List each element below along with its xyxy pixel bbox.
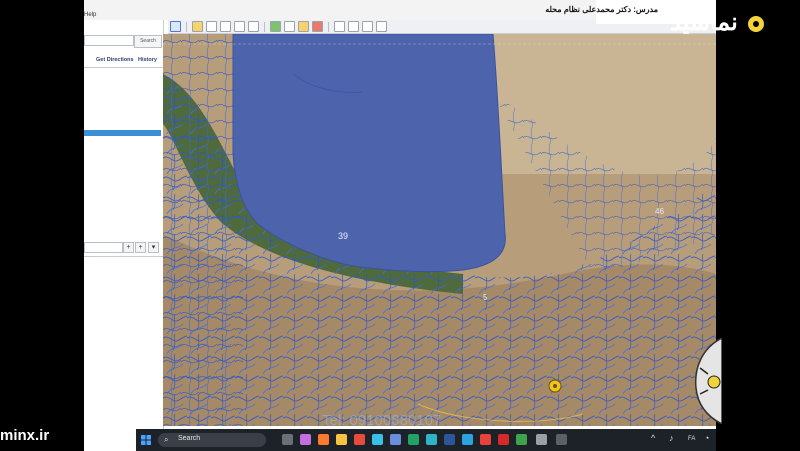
toolbar-separator — [264, 21, 265, 32]
map-label-5: 5 — [483, 293, 488, 302]
taskbar-search-box[interactable]: ⌕ Search — [158, 433, 266, 447]
windows-start-icon[interactable] — [141, 435, 151, 445]
add-folder-button[interactable]: + — [135, 242, 146, 253]
google-earth-icon[interactable] — [516, 434, 527, 445]
search-input[interactable] — [84, 35, 134, 46]
app-icon[interactable] — [354, 434, 365, 445]
map-label-39: 39 — [338, 231, 348, 241]
chevron-up-icon[interactable]: ^ — [651, 433, 655, 443]
wifi-icon[interactable]: ◔ — [704, 433, 709, 443]
get-directions-link[interactable]: Get Directions — [96, 57, 134, 63]
view-in-maps-icon[interactable] — [376, 21, 387, 32]
tour-icon[interactable] — [248, 21, 259, 32]
excel-icon[interactable] — [408, 434, 419, 445]
os-taskbar: ⌕ Search ^ ♪ FA ◔ — [136, 429, 716, 451]
history-link[interactable]: History — [138, 57, 157, 63]
planets-icon[interactable] — [298, 21, 309, 32]
language-indicator[interactable]: FA — [688, 436, 695, 442]
calculator-icon[interactable] — [372, 434, 383, 445]
opera-icon[interactable] — [498, 434, 509, 445]
river-network-west — [163, 34, 243, 426]
sidebar-toggle-icon[interactable] — [170, 21, 181, 32]
placemark-center — [553, 384, 557, 388]
app-icon[interactable] — [536, 434, 547, 445]
firefox-icon[interactable] — [318, 434, 329, 445]
toolbar-separator — [186, 21, 187, 32]
instructor-name: مدرس: دکتر محمدعلی نظام محله — [545, 5, 658, 14]
search-button[interactable]: Search — [134, 35, 162, 48]
print-icon[interactable] — [348, 21, 359, 32]
word-doc-icon[interactable] — [390, 434, 401, 445]
places-selected-row[interactable] — [84, 130, 161, 136]
film-reel-icon — [748, 16, 764, 32]
copilot-icon[interactable] — [300, 434, 311, 445]
ruler-icon[interactable] — [312, 21, 323, 32]
panel-divider — [84, 256, 163, 257]
email-icon[interactable] — [334, 21, 345, 32]
taskbar-search-label: Search — [178, 435, 201, 442]
channel-logo: نماشید — [660, 6, 800, 38]
satellite-map[interactable]: 39 5 46 — [163, 34, 716, 426]
path-icon[interactable] — [220, 21, 231, 32]
search-icon: ⌕ — [164, 435, 169, 444]
edge-icon[interactable] — [426, 434, 437, 445]
panel-divider — [84, 67, 163, 68]
historical-imagery-icon[interactable] — [270, 21, 281, 32]
map-label-46: 46 — [655, 207, 664, 216]
toolbar-separator — [328, 21, 329, 32]
phone-watermark: Tel: 09100880107 — [322, 412, 442, 429]
left-sidebar: Search Get Directions History + + ▾ — [84, 20, 164, 430]
app-window: Help مدرس: دکتر محمدعلی نظام محله Search… — [84, 0, 716, 451]
camtasia-icon[interactable] — [556, 434, 567, 445]
sunlight-icon[interactable] — [284, 21, 295, 32]
save-image-icon[interactable] — [362, 21, 373, 32]
placemark-icon[interactable] — [192, 21, 203, 32]
task-view-icon[interactable] — [282, 434, 293, 445]
polygon-icon[interactable] — [206, 21, 217, 32]
overlay-icon[interactable] — [234, 21, 245, 32]
add-button[interactable]: + — [123, 242, 134, 253]
site-watermark: minx.ir — [0, 427, 50, 444]
chrome-icon[interactable] — [480, 434, 491, 445]
telegram-icon[interactable] — [462, 434, 473, 445]
microphone-icon[interactable]: ♪ — [669, 433, 674, 443]
layer-search-input[interactable] — [84, 242, 123, 253]
file-explorer-icon[interactable] — [336, 434, 347, 445]
word-icon[interactable] — [444, 434, 455, 445]
menu-fragment[interactable]: Help — [84, 12, 96, 18]
mascot-icon — [694, 338, 722, 424]
panel-options-button[interactable]: ▾ — [148, 242, 159, 253]
